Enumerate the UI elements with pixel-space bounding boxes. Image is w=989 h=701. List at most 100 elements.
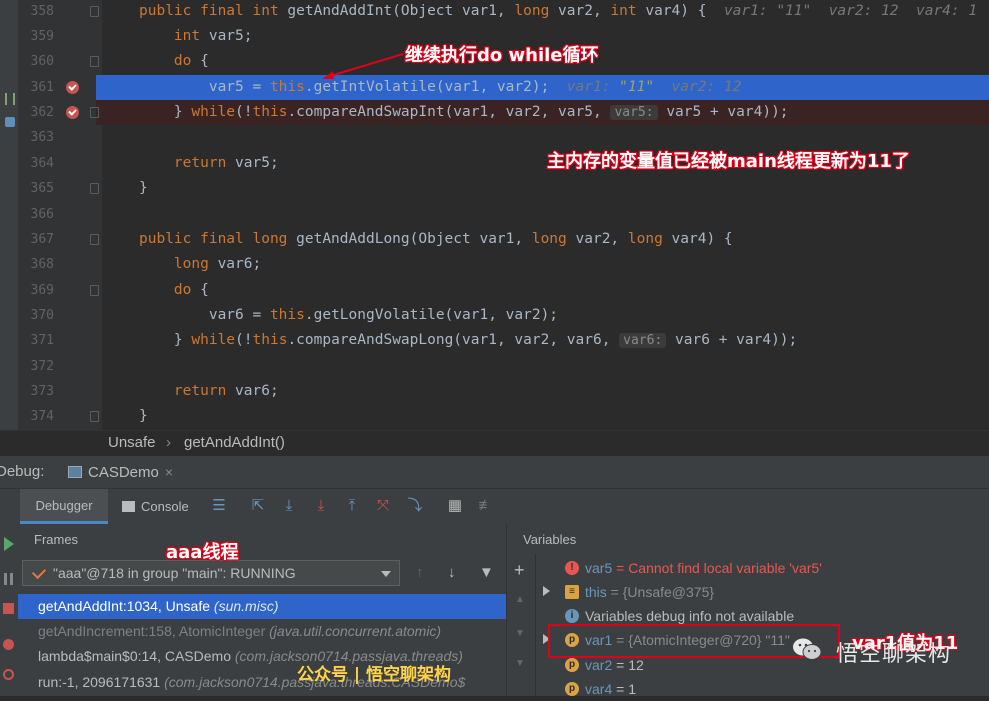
code-text: do { — [104, 278, 209, 303]
code-token: var2, — [575, 231, 628, 247]
line-number: 358 — [30, 4, 54, 19]
code-token: var2, — [558, 3, 611, 19]
code-line[interactable]: 358 public final int getAndAddInt(Object … — [0, 0, 989, 24]
code-line[interactable]: 366 — [0, 202, 989, 227]
variable-row[interactable]: this = {Unsafe@375} — [585, 580, 714, 604]
step-over-icon[interactable]: ⤓ — [280, 497, 298, 515]
code-line[interactable]: 374} — [0, 404, 989, 429]
code-text: } — [104, 176, 148, 201]
code-line[interactable]: 370 var6 = this.getLongVolatile(var1, va… — [0, 303, 989, 328]
tab-console[interactable]: Console — [122, 489, 189, 524]
breakpoint-icon[interactable] — [66, 106, 79, 119]
move-down-icon-2[interactable]: ▼ — [515, 658, 525, 669]
fold-marker-icon[interactable] — [90, 56, 99, 67]
view-breakpoints-icon[interactable] — [3, 639, 14, 650]
info-icon: i — [565, 609, 579, 623]
frame-down-icon[interactable]: ↓ — [448, 564, 456, 581]
evaluate-expression-icon[interactable]: ▦ — [446, 497, 464, 515]
stack-frame-method: getAndIncrement:158, AtomicInteger — [38, 623, 270, 639]
pause-icon[interactable] — [4, 573, 13, 585]
code-token: } — [139, 332, 192, 348]
variable-name: var5 — [585, 560, 613, 576]
code-token: var5 + var4)); — [657, 104, 789, 120]
debugger-toolbar: Debugger Console ☰ ⇱ ⤓ ⤓ ⤒ ⤧ ⤵ ▦ ≢ — [0, 489, 989, 524]
code-token: this — [252, 332, 288, 348]
breadcrumb-method[interactable]: getAndAddInt() — [184, 431, 285, 455]
code-line[interactable]: 368 long var6; — [0, 252, 989, 277]
breadcrumb: Unsafe › getAndAddInt() — [0, 430, 989, 456]
code-token: var4) { — [671, 231, 733, 247]
code-token: { — [200, 53, 209, 69]
code-text: int var5; — [104, 24, 253, 49]
code-line[interactable]: 373 return var6; — [0, 379, 989, 404]
code-token: { — [200, 282, 209, 298]
code-line[interactable]: 371 } while(!this.compareAndSwapLong(var… — [0, 328, 989, 353]
variables-header: Variables — [506, 524, 989, 554]
variable-value: = {Unsafe@375} — [606, 584, 715, 600]
code-token: long — [514, 3, 559, 19]
breakpoint-icon[interactable] — [66, 81, 79, 94]
fold-marker-icon[interactable] — [90, 234, 99, 245]
run-config-tab[interactable]: CASDemo × — [62, 460, 179, 484]
breadcrumb-class[interactable]: Unsafe — [108, 431, 156, 455]
code-token: var6; — [235, 383, 279, 399]
tab-debugger[interactable]: Debugger — [20, 489, 108, 524]
line-number: 371 — [30, 333, 54, 348]
fold-marker-icon[interactable] — [90, 411, 99, 422]
code-line[interactable]: 365} — [0, 176, 989, 201]
variables-side-toolbar: + ▲ ▼ ▼ — [507, 554, 536, 696]
show-execution-point-icon[interactable]: ⇱ — [249, 497, 267, 515]
variable-value: = 12 — [612, 657, 644, 673]
fold-marker-icon[interactable] — [90, 107, 99, 118]
debug-label: Debug: — [0, 463, 45, 480]
mute-breakpoints-icon[interactable] — [3, 669, 14, 680]
annotation-loop: 继续执行do while循环 — [405, 45, 599, 66]
code-token: .getIntVolatile(var1, var2); — [304, 79, 567, 95]
add-watch-icon[interactable]: + — [514, 560, 525, 581]
filter-icon[interactable]: ▼ — [479, 564, 494, 581]
code-text: public final int getAndAddInt(Object var… — [104, 0, 977, 24]
move-up-icon[interactable]: ▲ — [515, 594, 525, 605]
close-icon[interactable]: × — [165, 464, 173, 480]
check-icon — [31, 564, 47, 580]
fold-marker-icon[interactable] — [90, 6, 99, 17]
code-token: .compareAndSwapInt(var1, var2, var5, — [287, 104, 611, 120]
expand-arrow-icon[interactable] — [543, 586, 550, 596]
code-line[interactable]: 367 public final long getAndAddLong(Objec… — [0, 227, 989, 252]
stop-icon[interactable] — [3, 603, 14, 614]
run-to-cursor-icon[interactable]: ⤵ — [406, 497, 424, 515]
code-token: getAndAddLong(Object var1, — [296, 231, 532, 247]
code-text: do { — [104, 49, 209, 74]
drop-frame-icon[interactable]: ⤧ — [374, 497, 392, 515]
field-icon: ≡ — [565, 585, 579, 599]
step-out-icon[interactable]: ⤒ — [343, 497, 361, 515]
code-token: long — [531, 231, 576, 247]
stack-frame[interactable]: getAndIncrement:158, AtomicInteger (java… — [18, 619, 506, 644]
frames-header: Frames — [18, 524, 506, 554]
code-text: var5 = this.getIntVolatile(var1, var2); … — [104, 75, 742, 100]
step-into-icon[interactable]: ⤓ — [312, 497, 330, 515]
code-token: var5; — [235, 155, 279, 171]
variable-value: Variables debug info not available — [585, 608, 795, 624]
code-token: } — [139, 408, 148, 424]
stack-frame[interactable]: getAndAddInt:1034, Unsafe (sun.misc) — [18, 594, 506, 619]
resume-icon[interactable] — [4, 537, 14, 551]
trace-icon[interactable]: ≢ — [477, 497, 495, 515]
move-down-icon[interactable]: ▼ — [515, 628, 525, 639]
line-number: 362 — [30, 105, 54, 120]
menu-icon[interactable]: ☰ — [210, 497, 228, 515]
variables-title: Variables — [523, 532, 577, 547]
code-line[interactable]: 372 — [0, 354, 989, 379]
code-line[interactable]: 362 } while(!this.compareAndSwapInt(var1… — [31, 100, 989, 125]
variable-row[interactable]: var5 = Cannot find local variable 'var5' — [585, 556, 822, 580]
fold-marker-icon[interactable] — [90, 183, 99, 194]
variable-row[interactable]: var4 = 1 — [585, 677, 636, 701]
code-line[interactable]: 369 do { — [0, 278, 989, 303]
frame-up-icon[interactable]: ↑ — [416, 564, 424, 581]
fold-marker-icon[interactable] — [90, 285, 99, 296]
code-line[interactable]: 361 var5 = this.getIntVolatile(var1, var… — [31, 75, 989, 100]
code-text: } — [104, 404, 148, 429]
